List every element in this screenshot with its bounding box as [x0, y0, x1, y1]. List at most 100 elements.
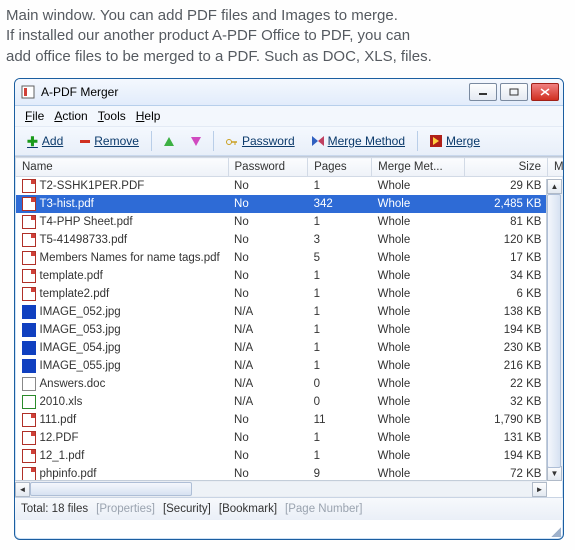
- cell-pages: 1: [308, 339, 372, 357]
- table-row[interactable]: Answers.docN/A0Whole22 KB2007: [16, 375, 564, 393]
- table-row[interactable]: T2-SSHK1PER.PDFNo1Whole29 KB2009: [16, 177, 564, 196]
- cell-pages: 1: [308, 303, 372, 321]
- file-name: template.pdf: [40, 270, 103, 282]
- plus-icon: ✚: [27, 135, 38, 148]
- scroll-right-arrow[interactable]: ►: [532, 482, 547, 497]
- description-line: add office files to be merged to a PDF. …: [6, 47, 569, 67]
- scroll-thumb[interactable]: [547, 194, 561, 468]
- statusbar: Total: 18 files [Properties] [Security] …: [15, 497, 563, 520]
- cell-method: Whole: [372, 321, 465, 339]
- pdf-file-icon: [22, 197, 36, 211]
- merge-method-button[interactable]: Merge Method: [306, 130, 411, 152]
- security-link[interactable]: [Security]: [163, 503, 211, 515]
- minimize-button[interactable]: [469, 83, 497, 101]
- scroll-thumb[interactable]: [30, 482, 192, 496]
- cell-pages: 5: [308, 249, 372, 267]
- menu-help[interactable]: Help: [136, 109, 161, 123]
- scroll-up-arrow[interactable]: ▲: [547, 179, 562, 194]
- cell-pages: 1: [308, 213, 372, 231]
- add-button[interactable]: ✚ Add: [21, 130, 69, 152]
- scroll-down-arrow[interactable]: ▼: [547, 466, 562, 481]
- description-line: Main window. You can add PDF files and I…: [6, 6, 569, 26]
- cell-password: No: [228, 195, 308, 213]
- table-row[interactable]: IMAGE_054.jpgN/A1Whole230 KB2007: [16, 339, 564, 357]
- table-row[interactable]: Members Names for name tags.pdfNo5Whole1…: [16, 249, 564, 267]
- cell-method: Whole: [372, 285, 465, 303]
- titlebar[interactable]: A-PDF Merger: [15, 79, 563, 106]
- bookmark-link[interactable]: [Bookmark]: [219, 503, 277, 515]
- horizontal-scrollbar[interactable]: ◄ ►: [15, 480, 547, 497]
- password-label: Password: [242, 134, 295, 148]
- pdf-file-icon: [22, 179, 36, 193]
- cell-pages: 1: [308, 267, 372, 285]
- cell-method: Whole: [372, 177, 465, 196]
- file-name: T5-41498733.pdf: [40, 234, 128, 246]
- properties-link[interactable]: [Properties]: [96, 503, 155, 515]
- bowtie-icon: [312, 136, 324, 146]
- cell-method: Whole: [372, 429, 465, 447]
- separator: [151, 131, 152, 151]
- cell-size: 120 KB: [465, 231, 548, 249]
- cell-pages: 3: [308, 231, 372, 249]
- table-row[interactable]: T5-41498733.pdfNo3Whole120 KB2009: [16, 231, 564, 249]
- table-row[interactable]: 12.PDFNo1Whole131 KB2009: [16, 429, 564, 447]
- img-file-icon: [22, 341, 36, 355]
- table-row[interactable]: IMAGE_053.jpgN/A1Whole194 KB2007: [16, 321, 564, 339]
- cell-method: Whole: [372, 357, 465, 375]
- menu-file[interactable]: File: [25, 109, 44, 123]
- cell-password: No: [228, 429, 308, 447]
- cell-method: Whole: [372, 303, 465, 321]
- password-button[interactable]: Password: [220, 130, 301, 152]
- move-up-button[interactable]: [158, 130, 180, 152]
- merge-button[interactable]: Merge: [424, 130, 486, 152]
- page-number-link[interactable]: [Page Number]: [285, 503, 362, 515]
- col-merge-method[interactable]: Merge Met...: [372, 158, 465, 177]
- menu-tools[interactable]: Tools: [98, 109, 126, 123]
- table-row[interactable]: 2010.xlsN/A0Whole32 KB2010: [16, 393, 564, 411]
- cell-size: 17 KB: [465, 249, 548, 267]
- cell-size: 34 KB: [465, 267, 548, 285]
- table-row[interactable]: template.pdfNo1Whole34 KB2007: [16, 267, 564, 285]
- file-name: IMAGE_053.jpg: [40, 324, 121, 336]
- table-row[interactable]: IMAGE_055.jpgN/A1Whole216 KB2007: [16, 357, 564, 375]
- pdf-file-icon: [22, 449, 36, 463]
- cell-method: Whole: [372, 195, 465, 213]
- cell-method: Whole: [372, 231, 465, 249]
- menu-action[interactable]: Action: [54, 109, 87, 123]
- vertical-scrollbar[interactable]: ▲ ▼: [546, 179, 563, 481]
- move-down-button[interactable]: [185, 130, 207, 152]
- scroll-track[interactable]: [30, 482, 532, 496]
- table-row[interactable]: 111.pdfNo11Whole1,790 KB2009: [16, 411, 564, 429]
- toolbar: ✚ Add Remove Password Merge Method Merge: [15, 127, 563, 156]
- cell-size: 230 KB: [465, 339, 548, 357]
- close-button[interactable]: [531, 83, 559, 101]
- description-text: Main window. You can add PDF files and I…: [0, 0, 575, 77]
- maximize-button[interactable]: [500, 83, 528, 101]
- col-mod[interactable]: Mod: [547, 158, 563, 177]
- table-row[interactable]: template2.pdfNo1Whole6 KB2007: [16, 285, 564, 303]
- col-size[interactable]: Size: [465, 158, 548, 177]
- cell-password: No: [228, 213, 308, 231]
- cell-pages: 1: [308, 177, 372, 196]
- col-password[interactable]: Password: [228, 158, 308, 177]
- xls-file-icon: [22, 395, 36, 409]
- col-pages[interactable]: Pages: [308, 158, 372, 177]
- file-name: T4-PHP Sheet.pdf: [40, 216, 133, 228]
- separator: [417, 131, 418, 151]
- resize-grip[interactable]: [549, 525, 561, 537]
- col-name[interactable]: Name: [16, 158, 229, 177]
- cell-password: N/A: [228, 339, 308, 357]
- remove-button[interactable]: Remove: [74, 130, 145, 152]
- cell-pages: 1: [308, 447, 372, 465]
- table-row[interactable]: T4-PHP Sheet.pdfNo1Whole81 KB2009: [16, 213, 564, 231]
- scroll-track[interactable]: [547, 194, 561, 466]
- table-row[interactable]: IMAGE_052.jpgN/A1Whole138 KB2007: [16, 303, 564, 321]
- img-file-icon: [22, 359, 36, 373]
- scroll-left-arrow[interactable]: ◄: [15, 482, 30, 497]
- table-row[interactable]: 12_1.pdfNo1Whole194 KB2009: [16, 447, 564, 465]
- cell-size: 194 KB: [465, 447, 548, 465]
- cell-pages: 342: [308, 195, 372, 213]
- remove-label: Remove: [94, 134, 139, 148]
- table-row[interactable]: T3-hist.pdfNo342Whole2,485 KB2009: [16, 195, 564, 213]
- cell-password: No: [228, 177, 308, 196]
